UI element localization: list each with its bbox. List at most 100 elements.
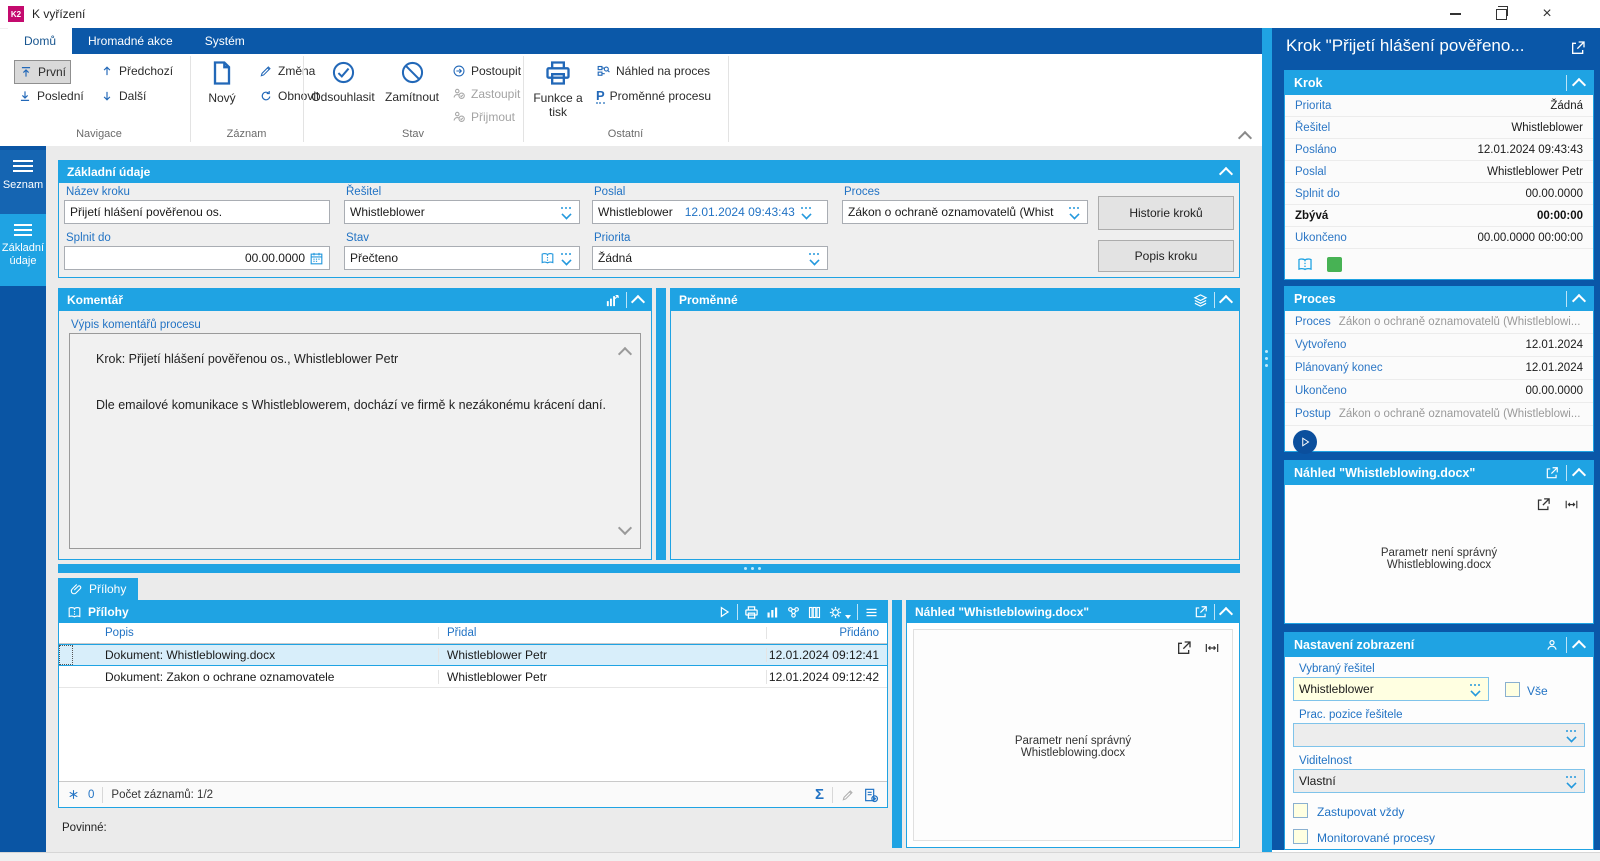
viditelnost-input[interactable]: Vlastní bbox=[1293, 769, 1585, 793]
person-icon[interactable] bbox=[1545, 638, 1559, 652]
tab-system[interactable]: Systém bbox=[189, 28, 261, 54]
columns-icon[interactable] bbox=[807, 605, 822, 620]
new-button[interactable]: Nový bbox=[196, 59, 248, 105]
sum-icon[interactable]: Σ bbox=[815, 786, 824, 803]
krok-collapse-icon[interactable] bbox=[1571, 77, 1587, 92]
stav-input[interactable]: Přečteno bbox=[344, 246, 580, 270]
variables-collapse-icon[interactable] bbox=[1218, 294, 1234, 309]
open-external-icon[interactable] bbox=[1194, 605, 1208, 619]
forward-button[interactable]: Postoupit bbox=[448, 60, 525, 82]
reject-button[interactable]: Zamítnout bbox=[380, 59, 444, 104]
horizontal-splitter[interactable] bbox=[58, 564, 1240, 573]
resitel-dropdown-icon[interactable] bbox=[559, 205, 574, 220]
preview-section-width-icon[interactable] bbox=[1564, 497, 1579, 512]
table-row[interactable]: Dokument: Zakon o ochrane oznamovatele W… bbox=[59, 666, 887, 688]
minimize-button[interactable] bbox=[1432, 0, 1478, 28]
layers-icon[interactable] bbox=[1193, 293, 1208, 308]
functions-print-button[interactable]: Funkce a tisk bbox=[529, 59, 587, 119]
vse-checkbox[interactable] bbox=[1505, 682, 1520, 697]
row-selector-cell[interactable] bbox=[59, 645, 73, 665]
ribbon-collapse-icon[interactable] bbox=[1237, 130, 1253, 146]
required-label: Povinné: bbox=[62, 822, 107, 834]
group-separator bbox=[728, 56, 729, 142]
vybrany-resitel-dropdown-icon[interactable] bbox=[1468, 682, 1483, 697]
approve-button[interactable]: Odsouhlasit bbox=[308, 59, 378, 104]
restore-button[interactable] bbox=[1478, 0, 1524, 28]
comment-collapse-icon[interactable] bbox=[630, 294, 646, 309]
splnit-do-input[interactable]: 00.00.0000 bbox=[64, 246, 330, 270]
zastupovat-checkbox[interactable] bbox=[1293, 803, 1308, 818]
substitute-button[interactable]: Zastoupit bbox=[448, 83, 524, 105]
basic-data-collapse-icon[interactable] bbox=[1218, 166, 1234, 181]
preview-panel-title: Náhled "Whistleblowing.docx" bbox=[915, 605, 1090, 619]
resitel-input[interactable]: Whistleblower bbox=[344, 200, 580, 224]
preview-section-open-icon[interactable] bbox=[1545, 466, 1559, 480]
preview-collapse-icon[interactable] bbox=[1218, 606, 1234, 621]
vybrany-resitel-input[interactable]: Whistleblower bbox=[1293, 677, 1489, 701]
proces-input[interactable]: Zákon o ochraně oznamovatelů (Whist bbox=[842, 200, 1088, 224]
display-settings-title: Nastavení zobrazení bbox=[1294, 638, 1415, 652]
history-steps-button[interactable]: Historie kroků bbox=[1098, 196, 1234, 230]
vertical-splitter-preview[interactable] bbox=[892, 600, 902, 848]
prac-pozice-dropdown-icon[interactable] bbox=[1564, 728, 1579, 743]
priorita-dropdown-icon[interactable] bbox=[807, 251, 822, 266]
fit-width-icon[interactable] bbox=[1204, 640, 1220, 656]
column-pridano[interactable]: Přidáno bbox=[766, 627, 887, 639]
sidebar-item-zakladni-udaje[interactable]: Základní údaje bbox=[0, 214, 46, 286]
priorita-input[interactable]: Žádná bbox=[592, 246, 828, 270]
calendar-icon[interactable] bbox=[309, 251, 324, 266]
previous-button[interactable]: Předchozí bbox=[96, 60, 177, 82]
prac-pozice-label: Prac. pozice řešitele bbox=[1299, 709, 1403, 721]
preview-open-icon[interactable] bbox=[1176, 640, 1192, 656]
poslal-input[interactable]: Whistleblower 12.01.2024 09:43:43 bbox=[592, 200, 828, 224]
row-selector-cell[interactable] bbox=[59, 666, 73, 687]
previous-icon bbox=[100, 64, 114, 78]
accept-button[interactable]: Přijmout bbox=[448, 106, 519, 128]
read-book-icon[interactable] bbox=[540, 251, 555, 266]
nazev-kroku-input[interactable]: Přijetí hlášení pověřenou os. bbox=[64, 200, 330, 224]
run-icon[interactable] bbox=[717, 605, 731, 619]
settings-gear-icon[interactable] bbox=[828, 605, 843, 620]
filter-star-icon[interactable] bbox=[67, 788, 80, 801]
comment-chart-icon[interactable] bbox=[605, 293, 620, 308]
proces-row-label: Ukončeno bbox=[1295, 385, 1347, 397]
proces-dropdown-icon[interactable] bbox=[1067, 205, 1082, 220]
proces-collapse-icon[interactable] bbox=[1571, 293, 1587, 308]
monitorovane-checkbox[interactable] bbox=[1293, 829, 1308, 844]
poslal-dropdown-icon[interactable] bbox=[799, 205, 814, 220]
comment-textarea[interactable]: Krok: Přijetí hlášení pověřenou os., Whi… bbox=[69, 333, 641, 549]
stav-dropdown-icon[interactable] bbox=[559, 251, 574, 266]
prac-pozice-input[interactable] bbox=[1293, 723, 1585, 747]
close-button[interactable]: × bbox=[1524, 0, 1570, 28]
comment-scroll-down-icon[interactable] bbox=[617, 520, 633, 536]
tab-domu[interactable]: Domů bbox=[8, 28, 73, 54]
edit-pencil-icon[interactable] bbox=[841, 788, 855, 802]
process-variables-button[interactable]: P Proměnné procesu bbox=[592, 85, 715, 107]
vertical-splitter[interactable] bbox=[656, 288, 666, 560]
display-settings-collapse-icon[interactable] bbox=[1571, 639, 1587, 654]
step-description-button[interactable]: Popis kroku bbox=[1098, 240, 1234, 272]
tab-hromadne-akce[interactable]: Hromadné akce bbox=[72, 28, 189, 54]
first-button[interactable]: První bbox=[14, 60, 72, 84]
add-note-icon[interactable] bbox=[863, 787, 879, 803]
process-preview-button[interactable]: Náhled na proces bbox=[592, 60, 714, 82]
column-pridal[interactable]: Přidal bbox=[438, 627, 766, 639]
proces-row-label: Vytvořeno bbox=[1295, 339, 1347, 351]
related-records-icon[interactable] bbox=[786, 605, 801, 620]
viditelnost-dropdown-icon[interactable] bbox=[1564, 774, 1579, 789]
zakladni-udaje-icon bbox=[14, 224, 32, 239]
process-play-button[interactable] bbox=[1293, 430, 1317, 454]
menu-icon[interactable] bbox=[864, 605, 879, 620]
column-popis[interactable]: Popis bbox=[73, 627, 438, 639]
preview-section-collapse-icon[interactable] bbox=[1571, 467, 1587, 482]
sidebar-item-seznam[interactable]: Seznam bbox=[0, 150, 46, 214]
chart-grid-icon[interactable] bbox=[765, 605, 780, 620]
attachments-tab[interactable]: Přílohy bbox=[58, 578, 139, 600]
table-row[interactable]: Dokument: Whistleblowing.docx Whistleblo… bbox=[59, 644, 887, 666]
last-button[interactable]: Poslední bbox=[14, 85, 88, 107]
print-grid-icon[interactable] bbox=[744, 605, 759, 620]
next-button[interactable]: Další bbox=[96, 85, 150, 107]
preview-section-open2-icon[interactable] bbox=[1536, 497, 1551, 512]
right-panel-open-icon[interactable] bbox=[1570, 40, 1586, 56]
right-panel-splitter[interactable] bbox=[1262, 28, 1272, 860]
